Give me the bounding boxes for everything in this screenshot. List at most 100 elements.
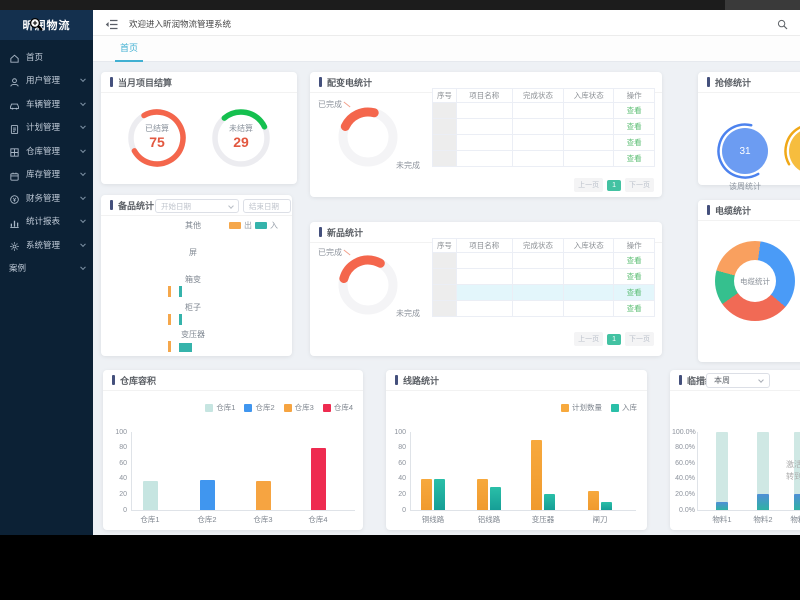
x-axis-label: 仓库4 <box>308 515 328 524</box>
sidebar-item-finance[interactable]: 财务管理 <box>0 186 93 210</box>
spare-category-label: 变压器 <box>181 329 205 339</box>
spare-row: 屏 <box>101 244 292 271</box>
sidebar-item-inventory[interactable]: 库存管理 <box>0 163 93 187</box>
next-page-button[interactable]: 下一页 <box>625 178 654 192</box>
y-axis-tick: 0 <box>402 506 406 514</box>
ring-label: 未结算 <box>229 123 253 133</box>
table-row: 查看 <box>433 135 655 151</box>
table-cell <box>456 103 513 119</box>
sidebar-item-plans[interactable]: 计划管理 <box>0 116 93 140</box>
plan-icon <box>9 122 20 134</box>
bar <box>421 478 432 510</box>
sidebar-item-label: 财务管理 <box>26 192 61 203</box>
y-axis-tick: 40.0% <box>675 475 695 483</box>
view-link[interactable]: 查看 <box>627 287 642 298</box>
legend-label: 仓库4 <box>333 403 353 412</box>
bar <box>199 480 215 510</box>
tab-home[interactable]: 首页 <box>115 35 144 62</box>
y-axis-tick: 100 <box>115 428 127 436</box>
chevron-down-icon <box>80 123 86 130</box>
top-header: 欢迎进入昕润物流管理系统 <box>93 10 800 36</box>
end-date-input[interactable] <box>243 199 291 213</box>
card-title: 电缆统计 <box>715 205 752 216</box>
card-title: 备品统计 <box>118 200 155 211</box>
card-temporary-stats: 临措统计 本周 0.0% 20.0% 40.0% 60.0% 80.0% 100.0% 物料… <box>670 370 800 530</box>
card-repair-header: 抢修统计 <box>698 72 800 93</box>
bar <box>255 481 271 510</box>
collapse-menu-icon[interactable] <box>105 17 118 35</box>
lines-bar-chart: 计划数量 入库 0 20 40 60 80 100 铜线路 铝线路 变压器 闸刀 <box>386 370 647 530</box>
sidebar-item-label: 计划管理 <box>26 122 61 133</box>
view-link[interactable]: 查看 <box>627 303 642 314</box>
view-link[interactable]: 查看 <box>627 271 642 282</box>
card-spare-parts: 备品统计 出 入 其他屏箱变柜子变压器 <box>101 195 292 356</box>
y-axis-tick: 0.0% <box>679 506 695 514</box>
legend-item: 仓库1 <box>205 402 235 413</box>
sidebar-item-cases[interactable]: 案例 <box>0 257 93 281</box>
sidebar-item-system[interactable]: 系统管理 <box>0 233 93 257</box>
spare-bar-out <box>168 340 171 352</box>
sidebar-item-users[interactable]: 用户管理 <box>0 69 93 93</box>
view-link[interactable]: 查看 <box>627 121 642 132</box>
view-link[interactable]: 查看 <box>627 153 642 164</box>
chevron-down-icon <box>80 264 86 271</box>
table-cell: 查看 <box>614 151 655 167</box>
start-date-input[interactable] <box>155 199 239 213</box>
prev-page-button[interactable]: 上一页 <box>574 178 604 192</box>
y-axis-tick: 80 <box>119 444 127 452</box>
legend-swatch <box>205 403 214 412</box>
data-table: 序号 项目名称 完成状态 入库状态 操作 查看 查看 查看 查看 <box>432 88 655 167</box>
ring-value: 29 <box>233 133 249 150</box>
y-axis-line <box>131 432 132 510</box>
table-cell <box>564 151 615 167</box>
home-icon <box>9 51 20 63</box>
spare-row: 变压器 <box>101 326 292 353</box>
pagination: 上一页 1 下一页 <box>574 332 654 346</box>
card-title: 当月项目结算 <box>118 77 173 88</box>
table-cell <box>564 253 615 269</box>
table-row: 查看 <box>433 253 655 269</box>
y-axis-tick: 20 <box>398 490 406 498</box>
sidebar-item-reports[interactable]: 统计报表 <box>0 210 93 234</box>
sidebar-item-vehicles[interactable]: 车辆管理 <box>0 92 93 116</box>
table-cell <box>512 301 565 317</box>
vehicle-icon <box>9 98 20 110</box>
chevron-down-icon <box>80 217 86 224</box>
view-link[interactable]: 查看 <box>627 105 642 116</box>
legend-swatch <box>322 403 331 412</box>
y-axis-tick: 0 <box>123 506 127 514</box>
card-title: 抢修统计 <box>715 77 752 88</box>
table-row: 查看 <box>433 119 655 135</box>
current-page-button[interactable]: 1 <box>607 333 621 345</box>
table-cell: 查看 <box>614 135 655 151</box>
mouse-zoom-cursor-icon <box>29 17 44 37</box>
settlement-ring: 已结算 75 <box>127 108 187 168</box>
x-axis-label: 铜线路 <box>421 515 445 524</box>
x-axis-label: 物料3 <box>790 515 800 524</box>
sidebar-item-warehouse[interactable]: 仓库管理 <box>0 139 93 163</box>
table-cell <box>564 285 615 301</box>
view-link[interactable]: 查看 <box>627 255 642 266</box>
y-axis-tick: 20.0% <box>675 490 695 498</box>
table-header-row: 序号 项目名称 完成状态 入库状态 操作 <box>433 239 655 253</box>
cable-donut-chart: 电缆统计 <box>715 241 795 321</box>
bar <box>544 494 555 510</box>
sidebar-item-label: 案例 <box>9 263 27 274</box>
view-link[interactable]: 查看 <box>627 137 642 148</box>
windows-activation-watermark: 激活 Windows 转到“设置”以激活 Windows。 <box>786 459 800 483</box>
pagination: 上一页 1 下一页 <box>574 178 654 192</box>
sidebar-item-home[interactable]: 首页 <box>0 45 93 69</box>
legend-item: 仓库2 <box>244 402 275 413</box>
current-page-button[interactable]: 1 <box>607 179 621 191</box>
spare-row: 其他 <box>101 217 292 244</box>
next-page-button[interactable]: 下一页 <box>625 332 654 346</box>
inventory-icon <box>9 169 20 181</box>
prev-page-button[interactable]: 上一页 <box>574 332 604 346</box>
y-axis-tick: 60 <box>119 459 127 467</box>
table-row: 查看 <box>433 103 655 119</box>
spare-category-label: 其他 <box>185 221 201 230</box>
table-cell <box>433 103 457 119</box>
card-title: 新品统计 <box>327 227 364 238</box>
table-cell <box>433 151 457 167</box>
search-icon[interactable] <box>777 17 788 35</box>
